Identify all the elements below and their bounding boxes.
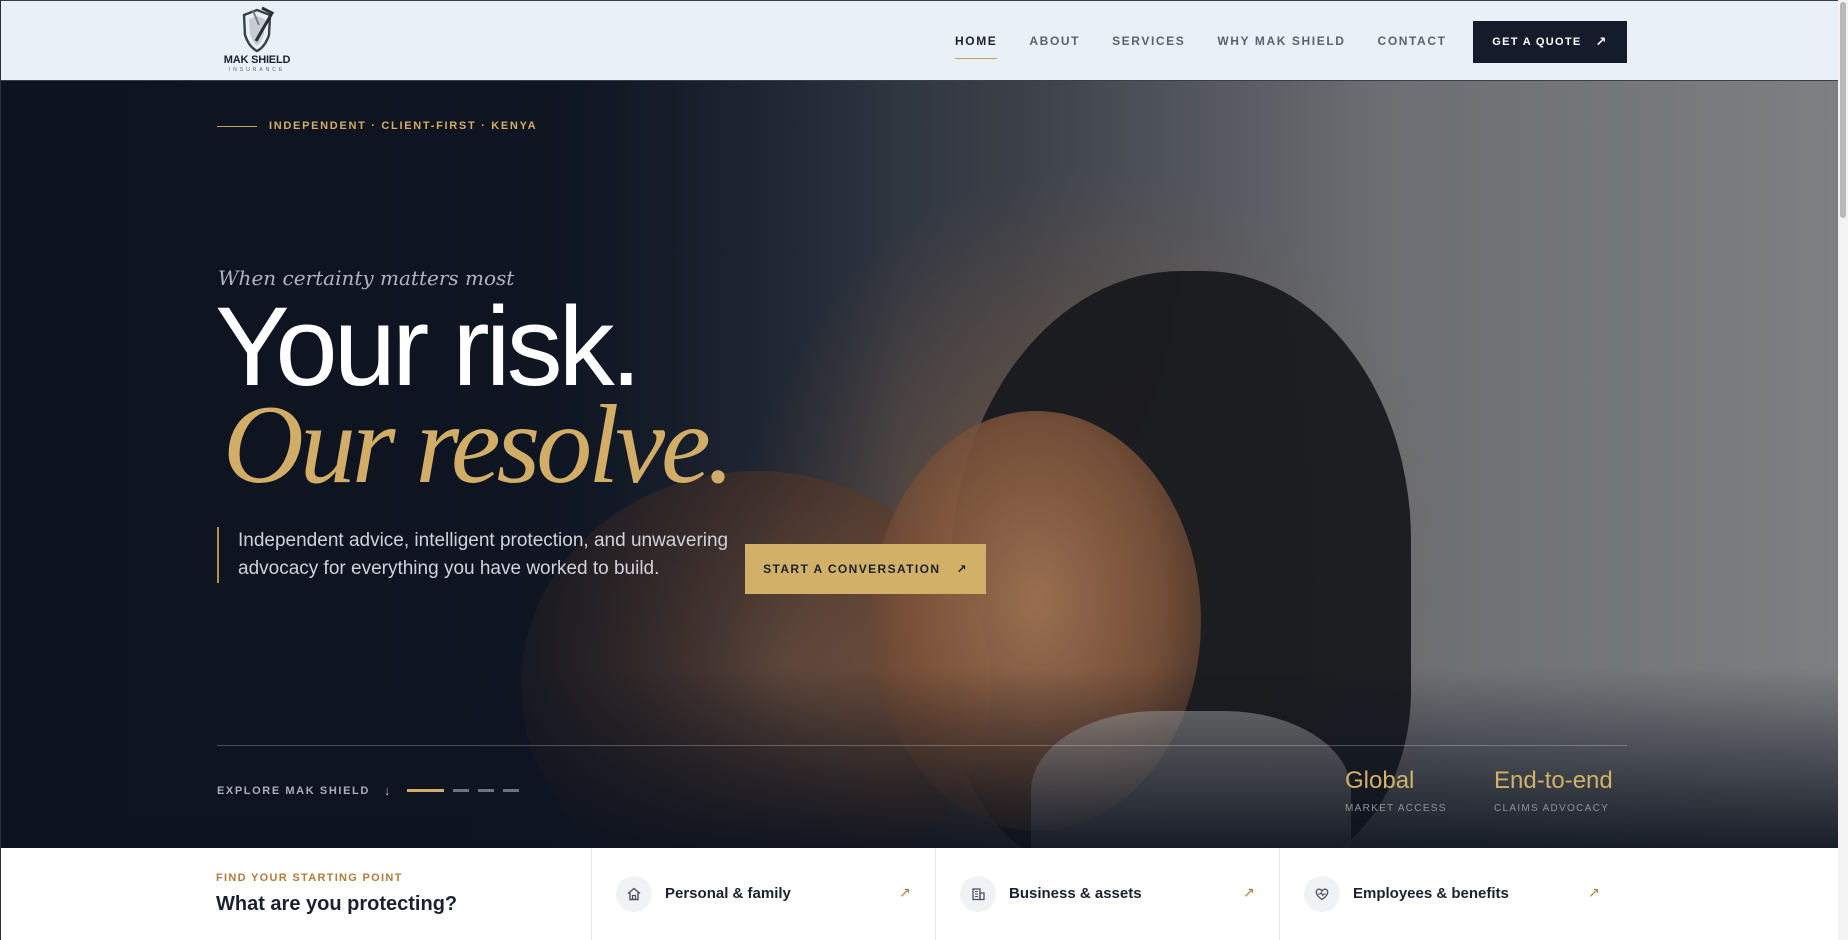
- nav-services[interactable]: SERVICES: [1112, 34, 1185, 48]
- arrow-up-right-icon: ↗: [956, 562, 968, 576]
- card-business-assets[interactable]: Business & assets ↗: [935, 848, 1280, 940]
- brand-tagline: INSURANCE: [228, 67, 286, 73]
- card-label: Employees & benefits: [1353, 885, 1509, 902]
- stat-value: End-to-end: [1494, 767, 1613, 794]
- card-label: Personal & family: [665, 885, 791, 902]
- brand-logo[interactable]: MAK SHIELD INSURANCE: [220, 5, 294, 75]
- brand-name: MAK SHIELD: [223, 54, 291, 66]
- nav-about[interactable]: ABOUT: [1029, 34, 1080, 48]
- start-conversation-label: START A CONVERSATION: [763, 562, 941, 576]
- hero-eyebrow: INDEPENDENT · CLIENT-FIRST · KENYA: [217, 120, 537, 132]
- hero-lead: Independent advice, intelligent protecti…: [217, 527, 748, 583]
- explore-label: EXPLORE MAK SHIELD: [217, 784, 370, 797]
- stat-market-access: Global MARKET ACCESS: [1345, 767, 1447, 814]
- card-employees-benefits[interactable]: Employees & benefits ↗: [1279, 848, 1624, 940]
- slide-dot-3[interactable]: [478, 789, 494, 792]
- eyebrow-rule: [217, 125, 257, 127]
- starting-point-eyebrow: FIND YOUR STARTING POINT: [216, 872, 403, 884]
- arrow-down-icon: ↓: [383, 783, 392, 798]
- card-personal-family[interactable]: Personal & family ↗: [591, 848, 936, 940]
- nav-home[interactable]: HOME: [955, 34, 998, 59]
- starting-point-band: FIND YOUR STARTING POINT What are you pr…: [1, 848, 1838, 940]
- building-icon: [960, 876, 996, 912]
- nav-why-mak-shield[interactable]: WHY MAK SHIELD: [1217, 34, 1345, 48]
- arrow-up-right-icon: ↗: [1595, 34, 1608, 49]
- slide-dot-1[interactable]: [407, 789, 444, 792]
- heart-pulse-icon: [1304, 876, 1340, 912]
- arrow-up-right-icon: ↗: [1243, 884, 1255, 900]
- slide-dot-4[interactable]: [503, 789, 519, 792]
- stat-value: Global: [1345, 767, 1415, 794]
- stat-label: CLAIMS ADVOCACY: [1494, 803, 1610, 814]
- card-label: Business & assets: [1009, 885, 1142, 902]
- hero-section: INDEPENDENT · CLIENT-FIRST · KENYA When …: [1, 81, 1838, 848]
- scrollbar-thumb[interactable]: [1840, 2, 1846, 218]
- stat-label: MARKET ACCESS: [1345, 803, 1447, 814]
- eyebrow-text: INDEPENDENT · CLIENT-FIRST · KENYA: [269, 120, 538, 132]
- hero-divider: [217, 745, 1627, 746]
- shield-logo-icon: [242, 6, 275, 53]
- start-conversation-button[interactable]: START A CONVERSATION ↗: [745, 544, 986, 594]
- page-scrollbar[interactable]: [1838, 0, 1848, 940]
- arrow-up-right-icon: ↗: [1588, 884, 1600, 900]
- starting-point-heading: What are you protecting?: [216, 893, 458, 915]
- main-nav: HOME ABOUT SERVICES WHY MAK SHIELD CONTA…: [955, 34, 1479, 59]
- slide-dot-2[interactable]: [453, 789, 469, 792]
- nav-contact[interactable]: CONTACT: [1378, 34, 1447, 48]
- starting-point-intro: FIND YOUR STARTING POINT What are you pr…: [216, 872, 457, 916]
- home-icon: [616, 876, 652, 912]
- arrow-up-right-icon: ↗: [899, 884, 911, 900]
- slide-indicators: [407, 789, 519, 792]
- hero-overlay-bottom: [1, 668, 1838, 848]
- hero-title-line2: Our resolve.: [223, 383, 735, 507]
- get-a-quote-button[interactable]: GET A QUOTE ↗: [1473, 21, 1627, 63]
- site-header: MAK SHIELD INSURANCE HOME ABOUT SERVICES…: [1, 0, 1838, 81]
- get-a-quote-label: GET A QUOTE: [1492, 36, 1582, 48]
- stat-claims-advocacy: End-to-end CLAIMS ADVOCACY: [1494, 767, 1613, 814]
- explore-link[interactable]: EXPLORE MAK SHIELD ↓: [217, 783, 392, 798]
